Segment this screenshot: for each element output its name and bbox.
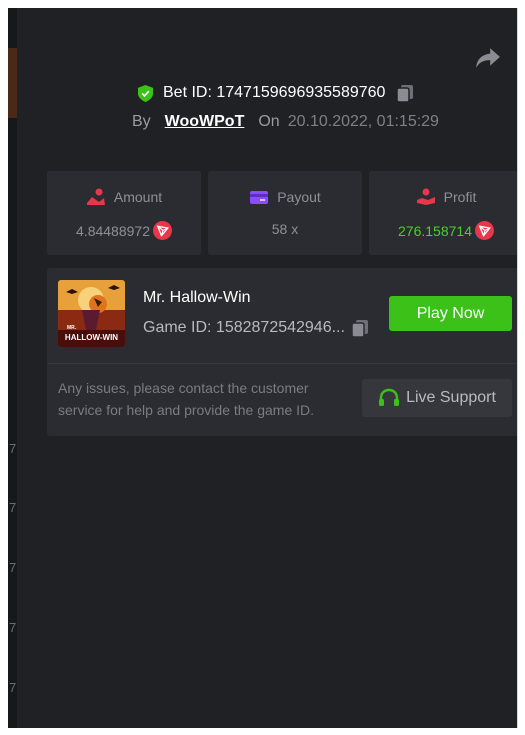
bet-details-window: 7 7 7 7 7 Bet ID: 1747159696935589760 By… bbox=[8, 8, 518, 728]
thumb-text-small: MR. bbox=[67, 325, 77, 331]
bet-details-panel: Bet ID: 1747159696935589760 By WooWPoT O… bbox=[17, 8, 517, 728]
background-text-fragment: 7 bbox=[9, 441, 17, 456]
profit-label: Profit bbox=[443, 189, 477, 205]
background-text-fragment: 7 bbox=[9, 560, 17, 575]
background-banner-edge bbox=[8, 48, 17, 118]
profit-stat-card: Profit 276.158714 bbox=[369, 171, 517, 255]
bet-id-value: 1747159696935589760 bbox=[216, 84, 386, 101]
game-id-value: 1582872542946... bbox=[215, 319, 345, 336]
game-thumbnail[interactable]: MR. HALLOW-WIN bbox=[58, 280, 125, 347]
live-support-button[interactable]: Live Support bbox=[362, 379, 512, 417]
game-card: MR. HALLOW-WIN Mr. Hallow-Win Game ID: 1… bbox=[47, 268, 517, 436]
live-support-label: Live Support bbox=[406, 389, 496, 406]
payout-label: Payout bbox=[277, 189, 321, 205]
headset-icon bbox=[379, 388, 400, 406]
username-link[interactable]: WooWPoT bbox=[165, 113, 245, 131]
payout-stat-card: Payout 58 x bbox=[208, 171, 362, 255]
share-icon[interactable] bbox=[475, 46, 501, 70]
game-id-label: Game ID: bbox=[143, 319, 212, 336]
payout-icon bbox=[250, 191, 269, 204]
background-text-fragment: 7 bbox=[9, 680, 17, 695]
verified-shield-icon bbox=[137, 84, 154, 102]
amount-value: 4.84488972 bbox=[76, 222, 150, 239]
game-title: Mr. Hallow-Win bbox=[143, 289, 251, 306]
amount-label: Amount bbox=[113, 189, 163, 205]
amount-icon bbox=[86, 188, 105, 205]
on-label: On bbox=[258, 113, 280, 130]
game-id-line: Game ID: 1582872542946... bbox=[143, 317, 369, 339]
copy-bet-id-icon[interactable] bbox=[396, 84, 414, 103]
profit-value: 276.158714 bbox=[398, 222, 472, 239]
payout-value: 58 x bbox=[271, 221, 299, 237]
play-now-button[interactable]: Play Now bbox=[389, 296, 512, 331]
trx-coin-icon bbox=[152, 221, 172, 240]
amount-stat-card: Amount 4.84488972 bbox=[47, 171, 201, 255]
bet-meta-line: By WooWPoT On 20.10.2022, 01:15:29 bbox=[132, 111, 439, 133]
bet-id-label: Bet ID: bbox=[163, 84, 212, 101]
bet-id-line: Bet ID: 1747159696935589760 bbox=[137, 80, 414, 106]
card-divider bbox=[47, 363, 517, 364]
background-text-fragment: 7 bbox=[9, 620, 17, 635]
copy-game-id-icon[interactable] bbox=[351, 319, 369, 338]
trx-coin-icon bbox=[474, 221, 494, 240]
background-text-fragment: 7 bbox=[9, 500, 17, 515]
profit-icon bbox=[416, 188, 435, 205]
bet-datetime: 20.10.2022, 01:15:29 bbox=[287, 113, 439, 130]
support-note: Any issues, please contact the customer … bbox=[58, 380, 315, 418]
by-label: By bbox=[132, 113, 151, 130]
background-page-edge: 7 7 7 7 7 bbox=[8, 8, 17, 728]
thumb-text-large: HALLOW-WIN bbox=[65, 333, 118, 342]
